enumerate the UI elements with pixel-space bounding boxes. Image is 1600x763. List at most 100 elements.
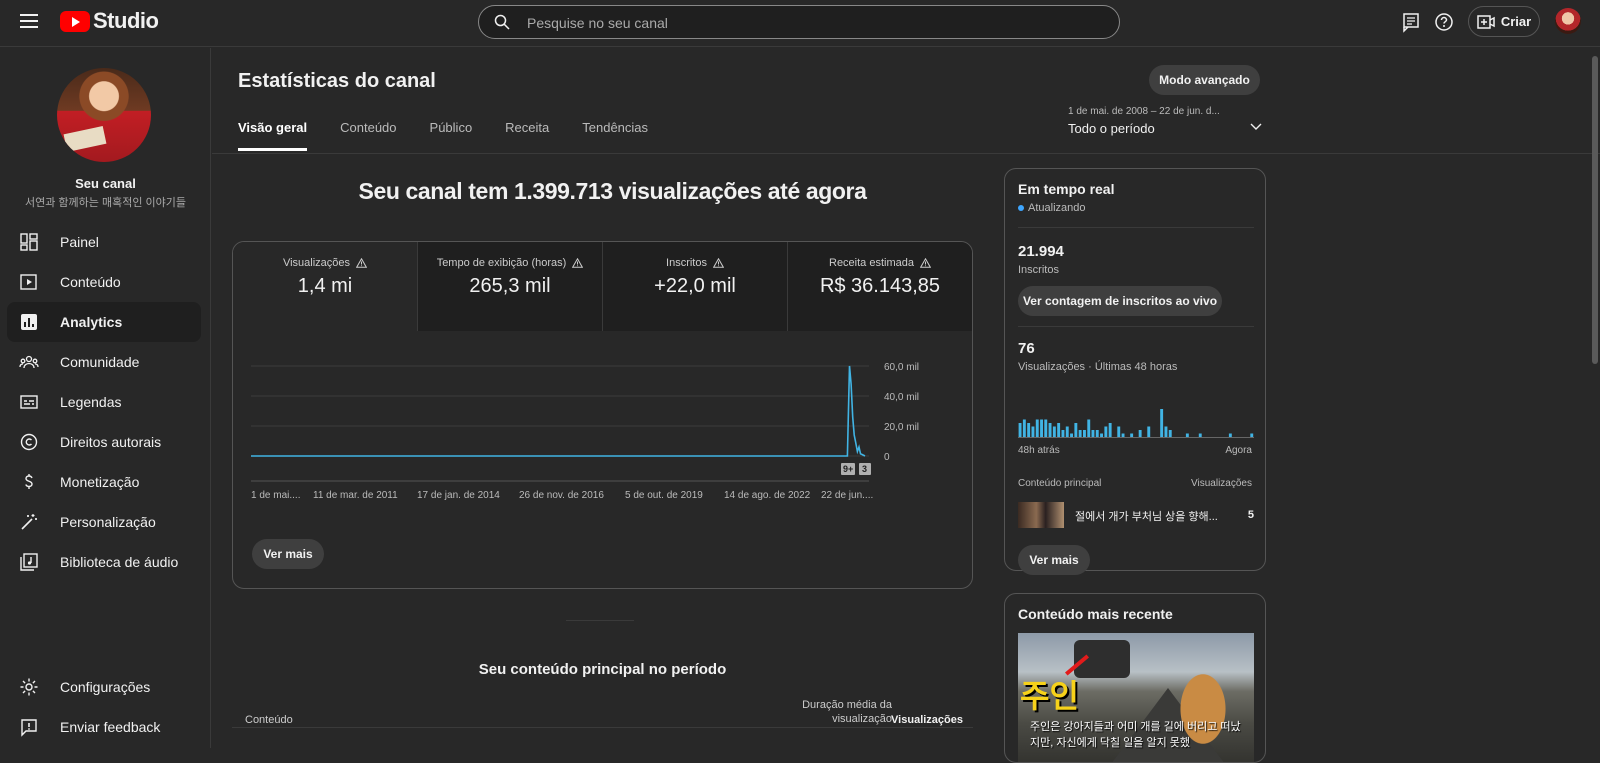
chart-see-more-button[interactable]: Ver mais [252, 539, 324, 569]
x-tick-label: 5 de out. de 2019 [625, 490, 703, 501]
realtime-bar [1095, 430, 1099, 437]
realtime-bar [1018, 423, 1022, 437]
metric-label: Visualizações [233, 257, 417, 269]
metric-subscribers[interactable]: Inscritos +22,0 mil [602, 242, 787, 331]
page-scrollbar[interactable] [1592, 56, 1598, 364]
realtime-views-label: Visualizações · Últimas 48 horas [1018, 361, 1178, 373]
gear-icon [20, 678, 38, 696]
tabs-divider [212, 153, 1600, 154]
comments-icon[interactable] [1400, 11, 1422, 33]
realtime-top-video-row[interactable]: 절에서 개가 부처님 상을 향해... 5 [1018, 502, 1254, 528]
realtime-bar-chart[interactable] [1018, 405, 1254, 437]
realtime-bar [1074, 423, 1078, 437]
metric-views[interactable]: Visualizações 1,4 mi [233, 242, 417, 331]
realtime-bar [1168, 430, 1172, 437]
column-views[interactable]: Visualizações [877, 714, 963, 726]
metric-value: R$ 36.143,85 [819, 275, 941, 297]
realtime-bar [1035, 419, 1039, 437]
channel-subtitle: 서연과 함께하는 매혹적인 이야기들 [25, 197, 186, 209]
sidebar-item-label: Painel [60, 234, 99, 250]
sidebar-bottom-nav: Configurações Enviar feedback [7, 667, 201, 747]
audio-library-icon [20, 553, 38, 571]
column-avg-duration[interactable]: Duração média da visualização [752, 698, 892, 726]
realtime-views-value: 76 [1018, 340, 1035, 357]
realtime-col-content: Conteúdo principal [1018, 478, 1102, 489]
create-video-icon [1477, 14, 1495, 29]
period-label: Todo o período [1068, 121, 1155, 136]
metric-label: Tempo de exibição (horas) [418, 257, 602, 269]
recent-video-thumbnail[interactable]: 주인 주인은 강아지들과 어미 개를 길에 버리고 떠났지만, 자신에게 닥칠 … [1018, 633, 1254, 762]
channel-avatar[interactable] [57, 68, 151, 162]
headline: Seu canal tem 1.399.713 visualizações at… [358, 178, 867, 204]
sidebar-item-label: Legendas [60, 394, 122, 410]
sidebar-item-biblioteca-de-audio[interactable]: Biblioteca de áudio [7, 542, 201, 582]
search-box[interactable]: Pesquise no seu canal [478, 5, 1120, 39]
realtime-bar [1087, 419, 1091, 437]
views-line-chart[interactable]: 60,0 mil 40,0 mil 20,0 mil 0 1 de mai.... 11 … [251, 352, 951, 542]
tab-conteudo[interactable]: Conteúdo [340, 120, 396, 151]
period-selector[interactable]: 1 de mai. de 2008 – 22 de jun. d... Todo… [1068, 106, 1268, 136]
realtime-bar [1057, 423, 1061, 437]
sidebar-item-direitos-autorais[interactable]: Direitos autorais [7, 422, 201, 462]
tab-receita[interactable]: Receita [505, 120, 549, 151]
live-subscriber-count-button[interactable]: Ver contagem de inscritos ao vivo [1018, 286, 1222, 316]
top-bar: Studio Pesquise no seu canal Criar [0, 0, 1600, 47]
tab-publico[interactable]: Público [430, 120, 473, 151]
realtime-bar [1164, 426, 1168, 437]
account-avatar[interactable] [1555, 8, 1581, 34]
sidebar-item-enviar-feedback[interactable]: Enviar feedback [7, 707, 201, 747]
x-tick-label: 11 de mar. de 2011 [313, 490, 398, 501]
realtime-bar [1065, 426, 1069, 437]
menu-icon[interactable] [20, 14, 38, 28]
realtime-see-more-button[interactable]: Ver mais [1018, 545, 1090, 575]
sidebar-item-personalizacao[interactable]: Personalização [7, 502, 201, 542]
studio-logo[interactable]: Studio [60, 8, 159, 33]
sidebar-item-label: Biblioteca de áudio [60, 554, 179, 570]
sidebar-item-analytics[interactable]: Analytics [7, 302, 201, 342]
help-icon[interactable] [1433, 11, 1455, 33]
search-placeholder: Pesquise no seu canal [527, 15, 668, 31]
create-button[interactable]: Criar [1468, 6, 1540, 37]
sidebar-item-painel[interactable]: Painel [7, 222, 201, 262]
metric-label: Receita estimada [788, 257, 972, 269]
metric-label: Inscritos [603, 257, 787, 269]
video-views: 5 [1247, 509, 1254, 521]
sidebar-item-comunidade[interactable]: Comunidade [7, 342, 201, 382]
metric-value: 265,3 mil [469, 275, 551, 297]
sidebar-item-label: Configurações [60, 679, 151, 695]
advanced-mode-button[interactable]: Modo avançado [1149, 65, 1260, 95]
metric-label-text: Visualizações [282, 257, 351, 269]
logo-text: Studio [93, 8, 159, 33]
realtime-bar [1083, 430, 1086, 437]
metric-label-text: Receita estimada [829, 257, 914, 269]
realtime-bar [1147, 426, 1151, 437]
metric-tabs: Visualizações 1,4 mi Tempo de exibição (… [233, 242, 972, 331]
video-thumbnail[interactable] [1018, 502, 1064, 528]
realtime-axis [1018, 437, 1254, 438]
avatar-book [63, 126, 107, 152]
metric-label-text: Tempo de exibição (horas) [436, 257, 567, 269]
thumb-caption: 주인은 강아지들과 어미 개를 길에 버리고 떠났지만, 자신에게 닥칠 일을 … [1030, 721, 1241, 749]
sidebar: Seu canal 서연과 함께하는 매혹적인 이야기들 Painel Cont… [0, 48, 211, 748]
sidebar-item-label: Enviar feedback [60, 719, 161, 735]
chart-badge-label: 3 [862, 464, 867, 474]
dashboard-icon [20, 233, 38, 251]
realtime-card: Em tempo real Atualizando 21.994 Inscrit… [1004, 168, 1266, 575]
sidebar-item-label: Direitos autorais [60, 434, 162, 450]
video-title[interactable]: 절에서 개가 부처님 상을 향해... [1075, 508, 1235, 524]
tab-tendencias[interactable]: Tendências [582, 120, 648, 151]
section-divider [566, 620, 634, 621]
live-dot-icon [1018, 205, 1024, 212]
sidebar-item-conteudo[interactable]: Conteúdo [7, 262, 201, 302]
metric-revenue[interactable]: Receita estimada R$ 36.143,85 [787, 242, 972, 331]
chart-badge-label: 9+ [843, 464, 853, 474]
sidebar-item-label: Monetização [60, 474, 140, 490]
realtime-axis-end: Agora [1225, 445, 1252, 456]
search-icon [494, 14, 510, 30]
tab-visao-geral[interactable]: Visão geral [238, 120, 308, 151]
sidebar-item-configuracoes[interactable]: Configurações [7, 667, 201, 707]
metric-watch-time[interactable]: Tempo de exibição (horas) 265,3 mil [417, 242, 602, 331]
realtime-bar [1027, 423, 1031, 437]
sidebar-item-legendas[interactable]: Legendas [7, 382, 201, 422]
sidebar-item-monetizacao[interactable]: Monetização [7, 462, 201, 502]
